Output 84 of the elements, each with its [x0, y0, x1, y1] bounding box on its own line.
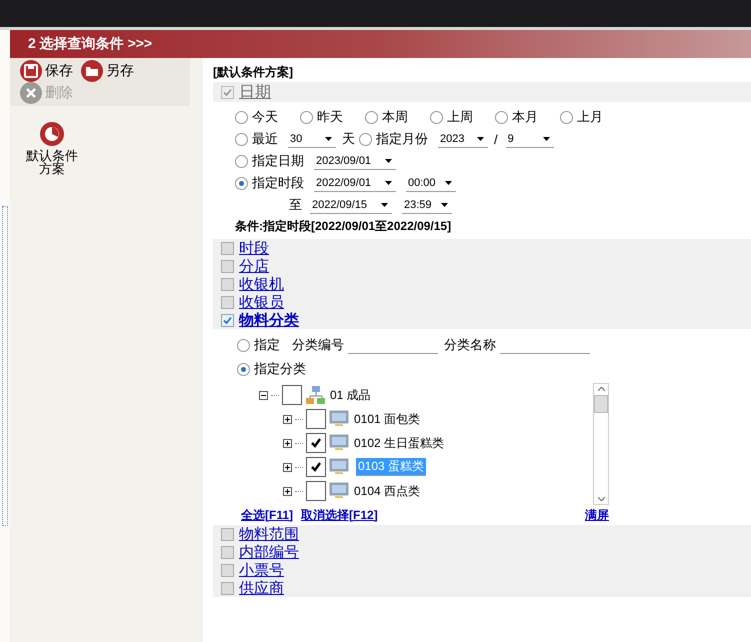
radio-label: 最近 — [252, 130, 278, 148]
field-label: 分类编号 — [292, 336, 344, 354]
section-link[interactable]: 供应商 — [239, 578, 284, 598]
checkmark-icon — [310, 437, 322, 449]
radio-label: 指定分类 — [254, 360, 306, 378]
checkmark-icon — [223, 316, 232, 324]
label: / — [494, 132, 498, 146]
save-button[interactable]: 保存 — [20, 60, 73, 82]
tree-item[interactable]: 01 成品 — [328, 384, 373, 406]
save-as-button[interactable]: 另存 — [81, 60, 134, 82]
floppy-disk-icon — [20, 60, 42, 82]
radio-label: 本周 — [382, 108, 408, 126]
section-link[interactable]: 时段 — [239, 238, 269, 258]
radio-label: 上月 — [577, 108, 603, 126]
link[interactable]: 取消选择[F12] — [301, 506, 378, 524]
tree-item[interactable]: 0102 生日蛋糕类 — [352, 432, 446, 454]
checkbox[interactable] — [221, 260, 234, 272]
section-title: 2 选择查询条件 >>> — [28, 35, 152, 53]
radio-label: 昨天 — [317, 108, 343, 126]
caret-icon — [325, 136, 332, 140]
radio-label: 今天 — [252, 108, 278, 126]
checkbox[interactable] — [221, 582, 234, 594]
link[interactable]: 全选[F11] — [241, 506, 294, 524]
scheme-title: [默认条件方案] — [213, 64, 294, 81]
section-link[interactable]: 小票号 — [239, 560, 284, 580]
field-label: 分类名称 — [444, 336, 496, 354]
checkbox[interactable] — [221, 278, 234, 290]
expander-icon[interactable] — [283, 414, 292, 424]
network-icon — [305, 385, 325, 405]
tree-item[interactable]: 0101 面包类 — [352, 408, 422, 430]
expander-icon[interactable] — [259, 390, 268, 400]
label: 至 — [289, 196, 302, 214]
checkbox[interactable] — [221, 242, 234, 254]
tree-item[interactable]: 0104 西点类 — [352, 480, 422, 502]
section-link[interactable]: 内部编号 — [239, 542, 299, 562]
section-link[interactable]: 收银机 — [239, 274, 284, 294]
checkbox[interactable] — [221, 546, 234, 558]
radio-label: 指定月份 — [376, 130, 428, 148]
monitor-icon — [329, 458, 349, 476]
section-link[interactable]: 分店 — [239, 256, 269, 276]
section-link[interactable]: 物料范围 — [239, 524, 299, 544]
monitor-icon — [329, 410, 349, 428]
checkmark-icon — [223, 88, 232, 96]
scrollbar[interactable] — [593, 383, 609, 505]
splitter-handle[interactable] — [2, 206, 8, 526]
label: 天 — [342, 130, 355, 148]
radio-label: 上周 — [447, 108, 473, 126]
checkbox[interactable] — [306, 409, 326, 429]
section-link[interactable]: 物料分类 — [239, 310, 299, 330]
checkbox[interactable] — [221, 314, 234, 326]
radio-label: 指定时段 — [252, 174, 304, 192]
checkbox[interactable] — [221, 296, 234, 308]
fullscreen-link[interactable]: 满屏 — [585, 506, 609, 524]
pie-chart-icon — [40, 122, 64, 146]
checkbox[interactable] — [221, 528, 234, 540]
checkbox[interactable] — [306, 433, 326, 453]
expander-icon[interactable] — [283, 438, 292, 448]
caret-icon — [385, 180, 392, 184]
radio-label: 指定日期 — [252, 152, 304, 170]
radio-label: 指定 — [254, 336, 280, 354]
radio-label: 本月 — [512, 108, 538, 126]
caret-icon — [441, 202, 448, 206]
scheme-item[interactable]: 默认条件方案 — [20, 122, 84, 175]
checkbox[interactable] — [306, 481, 326, 501]
caret-icon — [477, 136, 484, 140]
caret-icon — [542, 136, 550, 140]
checkbox[interactable] — [306, 457, 326, 477]
condition-summary: 条件:指定时段[2022/09/01至2022/09/15] — [235, 218, 452, 235]
checkmark-icon — [310, 461, 322, 473]
caret-icon — [385, 158, 392, 162]
delete-icon — [20, 82, 42, 104]
checkbox[interactable] — [282, 385, 302, 405]
folder-icon — [81, 60, 103, 82]
monitor-icon — [329, 482, 349, 500]
scroll-thumb[interactable] — [594, 395, 608, 413]
checkbox[interactable] — [221, 564, 234, 576]
expander-icon[interactable] — [283, 462, 292, 472]
radio-button[interactable] — [237, 338, 250, 352]
caret-icon — [445, 180, 452, 184]
monitor-icon — [329, 434, 349, 452]
radio-button[interactable] — [237, 362, 250, 376]
section-link[interactable]: 收银员 — [239, 292, 284, 312]
caret-icon — [381, 202, 388, 206]
expander-icon[interactable] — [283, 486, 292, 496]
